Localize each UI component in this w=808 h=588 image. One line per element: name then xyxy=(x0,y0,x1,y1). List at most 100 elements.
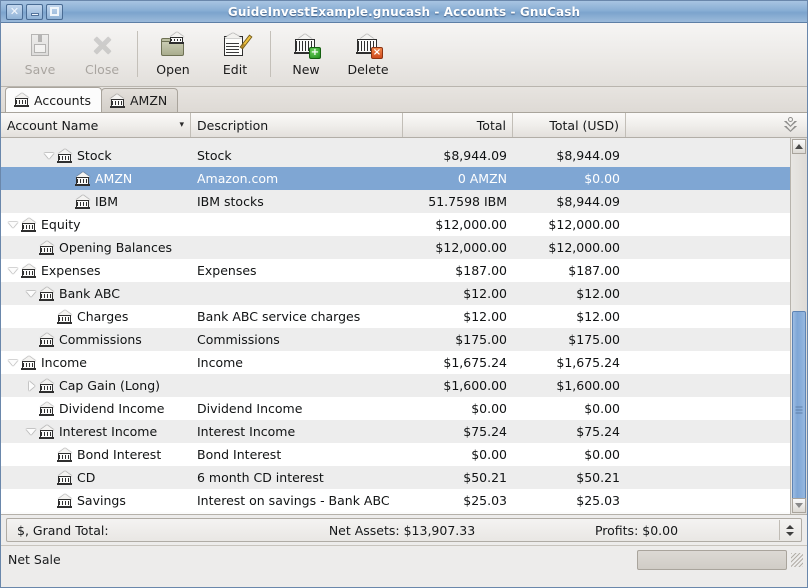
account-name-label: CD xyxy=(76,470,95,485)
expander-expanded-icon[interactable] xyxy=(7,218,21,232)
resize-grip-icon[interactable] xyxy=(791,553,803,567)
bank-icon xyxy=(57,310,72,324)
cell-account-name: Commissions xyxy=(1,332,191,347)
edit-button[interactable]: Edit xyxy=(204,28,266,84)
new-button[interactable]: + New xyxy=(275,28,337,84)
minimize-window-button[interactable] xyxy=(26,4,43,20)
window-controls: ✕ xyxy=(1,4,63,20)
save-button[interactable]: Save xyxy=(9,28,71,84)
total-label: $25.03 xyxy=(463,493,507,508)
total-usd-label: $75.24 xyxy=(576,424,620,439)
description-label: Bond Interest xyxy=(197,447,281,462)
table-row[interactable]: Equity$12,000.00$12,000.00 xyxy=(1,213,790,236)
table-row[interactable]: Dividend IncomeDividend Income$0.00$0.00 xyxy=(1,397,790,420)
account-name-label: IBM xyxy=(94,194,118,209)
table-row[interactable]: ChargesBank ABC service charges$12.00$12… xyxy=(1,305,790,328)
total-label: $12.00 xyxy=(463,286,507,301)
table-row[interactable]: IncomeIncome$1,675.24$1,675.24 xyxy=(1,351,790,374)
cell-account-name: AMZN xyxy=(1,171,191,186)
open-folder-icon xyxy=(160,32,186,58)
cell-account-name: Expenses xyxy=(1,263,191,278)
toolbar: Save Close Open xyxy=(1,23,807,87)
expander-placeholder xyxy=(43,471,57,485)
total-usd-label: $175.00 xyxy=(568,332,620,347)
column-header-total[interactable]: Total xyxy=(403,113,513,137)
column-header-spacer xyxy=(626,113,807,137)
x-badge-icon: × xyxy=(371,47,383,59)
scrollbar-thumb[interactable] xyxy=(792,311,806,509)
scroll-down-button[interactable] xyxy=(792,498,806,513)
edit-icon xyxy=(222,32,248,58)
close-window-button[interactable]: ✕ xyxy=(6,4,23,20)
table-row[interactable]: Bond InterestBond Interest$0.00$0.00 xyxy=(1,443,790,466)
maximize-window-button[interactable] xyxy=(46,4,63,20)
cell-total-usd: $12,000.00 xyxy=(513,240,626,255)
tab-accounts[interactable]: Accounts xyxy=(5,87,102,112)
expander-placeholder xyxy=(61,172,75,186)
cell-total: $1,675.24 xyxy=(403,355,513,370)
expander-expanded-icon[interactable] xyxy=(25,287,39,301)
save-button-label: Save xyxy=(25,62,56,77)
cell-total: $0.00 xyxy=(403,401,513,416)
expander-expanded-icon[interactable] xyxy=(7,356,21,370)
cell-total-usd: $0.00 xyxy=(513,447,626,462)
table-row[interactable]: SavingsInterest on savings - Bank ABC$25… xyxy=(1,489,790,512)
table-row[interactable]: CommissionsCommissions$175.00$175.00 xyxy=(1,328,790,351)
cell-total: $12,000.00 xyxy=(403,240,513,255)
account-name-label: Dividend Income xyxy=(58,401,164,416)
bank-icon xyxy=(21,356,36,370)
expander-placeholder xyxy=(43,448,57,462)
table-row[interactable]: Interest IncomeInterest Income$75.24$75.… xyxy=(1,420,790,443)
cell-total-usd: $0.00 xyxy=(513,401,626,416)
cell-description: Bank ABC service charges xyxy=(191,309,403,324)
accounts-tree-view: Account Name ▾ Description Total Total (… xyxy=(1,113,807,515)
column-chooser-icon[interactable] xyxy=(783,117,799,133)
description-label: Bank ABC service charges xyxy=(197,309,360,324)
total-usd-label: $12,000.00 xyxy=(548,217,620,232)
cell-total-usd: $187.00 xyxy=(513,263,626,278)
expander-placeholder xyxy=(43,310,57,324)
table-row[interactable]: Cap Gain (Long)$1,600.00$1,600.00 xyxy=(1,374,790,397)
table-row[interactable]: AMZNAmazon.com0 AMZN$0.00 xyxy=(1,167,790,190)
expander-collapsed-icon[interactable] xyxy=(25,379,39,393)
total-label: $8,944.09 xyxy=(443,148,507,163)
table-row[interactable]: Bank ABC$12.00$12.00 xyxy=(1,282,790,305)
cell-total: $12,000.00 xyxy=(403,217,513,232)
column-header-total-usd[interactable]: Total (USD) xyxy=(513,113,626,137)
expander-expanded-icon[interactable] xyxy=(7,264,21,278)
column-header-account-name[interactable]: Account Name ▾ xyxy=(1,113,191,137)
account-name-label: Stock xyxy=(76,148,112,163)
summary-spinner[interactable] xyxy=(779,520,800,540)
total-usd-label: $0.00 xyxy=(584,447,620,462)
cell-total-usd: $75.24 xyxy=(513,424,626,439)
table-row[interactable]: ExpensesExpenses$187.00$187.00 xyxy=(1,259,790,282)
open-button-label: Open xyxy=(156,62,189,77)
bank-icon xyxy=(39,333,54,347)
table-row[interactable]: IBMIBM stocks51.7598 IBM$8,944.09 xyxy=(1,190,790,213)
account-name-label: AMZN xyxy=(94,171,132,186)
table-row[interactable]: CD6 month CD interest$50.21$50.21 xyxy=(1,466,790,489)
cell-account-name: Bond Interest xyxy=(1,447,191,462)
vertical-scrollbar[interactable] xyxy=(790,138,807,514)
delete-button[interactable]: × Delete xyxy=(337,28,399,84)
expander-expanded-icon[interactable] xyxy=(25,425,39,439)
close-button[interactable]: Close xyxy=(71,28,133,84)
scroll-up-button[interactable] xyxy=(792,139,806,154)
bank-icon xyxy=(57,494,72,508)
cell-total: 0 AMZN xyxy=(403,171,513,186)
close-button-label: Close xyxy=(85,62,119,77)
column-header-description[interactable]: Description xyxy=(191,113,403,137)
account-name-label: Savings xyxy=(76,493,126,508)
total-usd-label: $187.00 xyxy=(568,263,620,278)
bank-icon xyxy=(21,218,36,232)
table-row[interactable]: StockStock$8,944.09$8,944.09 xyxy=(1,144,790,167)
new-account-icon: + xyxy=(293,32,319,58)
open-button[interactable]: Open xyxy=(142,28,204,84)
cell-account-name: Interest Income xyxy=(1,424,191,439)
chevron-down-icon: ▾ xyxy=(173,120,184,130)
tab-amzn[interactable]: AMZN xyxy=(101,88,178,112)
total-usd-label: $8,944.09 xyxy=(556,194,620,209)
expander-expanded-icon[interactable] xyxy=(43,149,57,163)
cell-description: Income xyxy=(191,355,403,370)
table-row[interactable]: Opening Balances$12,000.00$12,000.00 xyxy=(1,236,790,259)
